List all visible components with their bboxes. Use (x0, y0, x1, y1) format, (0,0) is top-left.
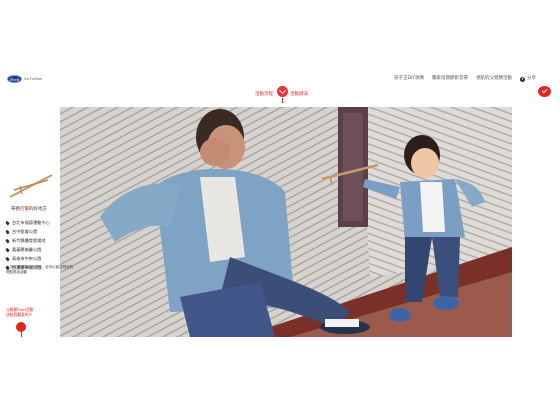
location-label: 高雄市中央公園 (12, 256, 42, 261)
scroll-down-icon[interactable] (277, 86, 288, 97)
wooden-sticks-icon (9, 174, 53, 198)
center-nav-rules[interactable]: 活動辦法 (290, 91, 308, 97)
logo-text: Ford (10, 77, 20, 82)
center-nav: 活動流程 活動辦法 (255, 86, 315, 104)
logo-tagline: Go Further (24, 77, 43, 81)
map-pin-icon (5, 247, 10, 252)
map-pin-icon (5, 229, 10, 234)
sidebar-title-prefix: 帶爸 (11, 207, 20, 212)
map-pin-icon (5, 256, 10, 261)
top-nav: 孩子王DIY攻略 獨家母親節影音帶 領航的父親節活動 f 分享 (394, 76, 536, 82)
sidebar-note: ● 請先確認場地的資訊，也可以前往附近的 地點參加活動 (6, 265, 73, 275)
share-label: 分享 (527, 76, 536, 81)
location-list: 台北市福德運動中心 台中都會公園 新竹縣體育館場地 嘉義縣美麗公園 高雄市中央公… (5, 218, 50, 272)
top-nav-item-event[interactable]: 領航的父親節活動 (476, 76, 512, 82)
location-item[interactable]: 新竹縣體育館場地 (5, 236, 50, 245)
sidebar-title: 帶爸打擊的好地方 (11, 206, 47, 212)
center-nav-process[interactable]: 活動流程 (255, 91, 273, 97)
sidebar-title-highlight: 打擊 (20, 207, 29, 212)
location-item[interactable]: 嘉義縣美麗公園 (5, 245, 50, 254)
ford-logo[interactable]: Ford Go Further (7, 75, 43, 84)
location-item[interactable]: 高雄市中央公園 (5, 254, 50, 263)
location-item[interactable]: 台北市福德運動中心 (5, 218, 50, 227)
location-label: 嘉義縣美麗公園 (12, 247, 42, 252)
location-label: 新竹縣體育館場地 (12, 238, 46, 243)
ford-oval-icon: Ford (7, 75, 22, 83)
map-pin-icon (5, 238, 10, 243)
sidebar-question-line: 送給我最愛的人 (6, 312, 33, 317)
sidebar-question-link[interactable]: 父親節Ford活動 送給我最愛的人 (6, 307, 33, 317)
top-nav-item-video[interactable]: 獨家母親節影音帶 (432, 76, 468, 82)
location-item[interactable]: 台中都會公園 (5, 227, 50, 236)
facebook-icon: f (520, 76, 525, 82)
red-dot-icon[interactable] (16, 322, 26, 332)
top-nav-item-diy[interactable]: 孩子王DIY攻略 (394, 76, 424, 82)
sidebar-title-suffix: 的好地方 (29, 207, 47, 212)
share-button[interactable]: f 分享 (520, 76, 536, 82)
sidebar-note-line: 地點參加活動 (6, 270, 27, 274)
nav-divider (282, 98, 283, 103)
map-pin-icon (5, 220, 10, 225)
hero-photo (60, 107, 512, 337)
location-label: 台中都會公園 (12, 229, 38, 234)
menu-toggle-button[interactable] (537, 86, 553, 98)
dot-stem (21, 332, 22, 337)
location-label: 台北市福德運動中心 (12, 220, 50, 225)
